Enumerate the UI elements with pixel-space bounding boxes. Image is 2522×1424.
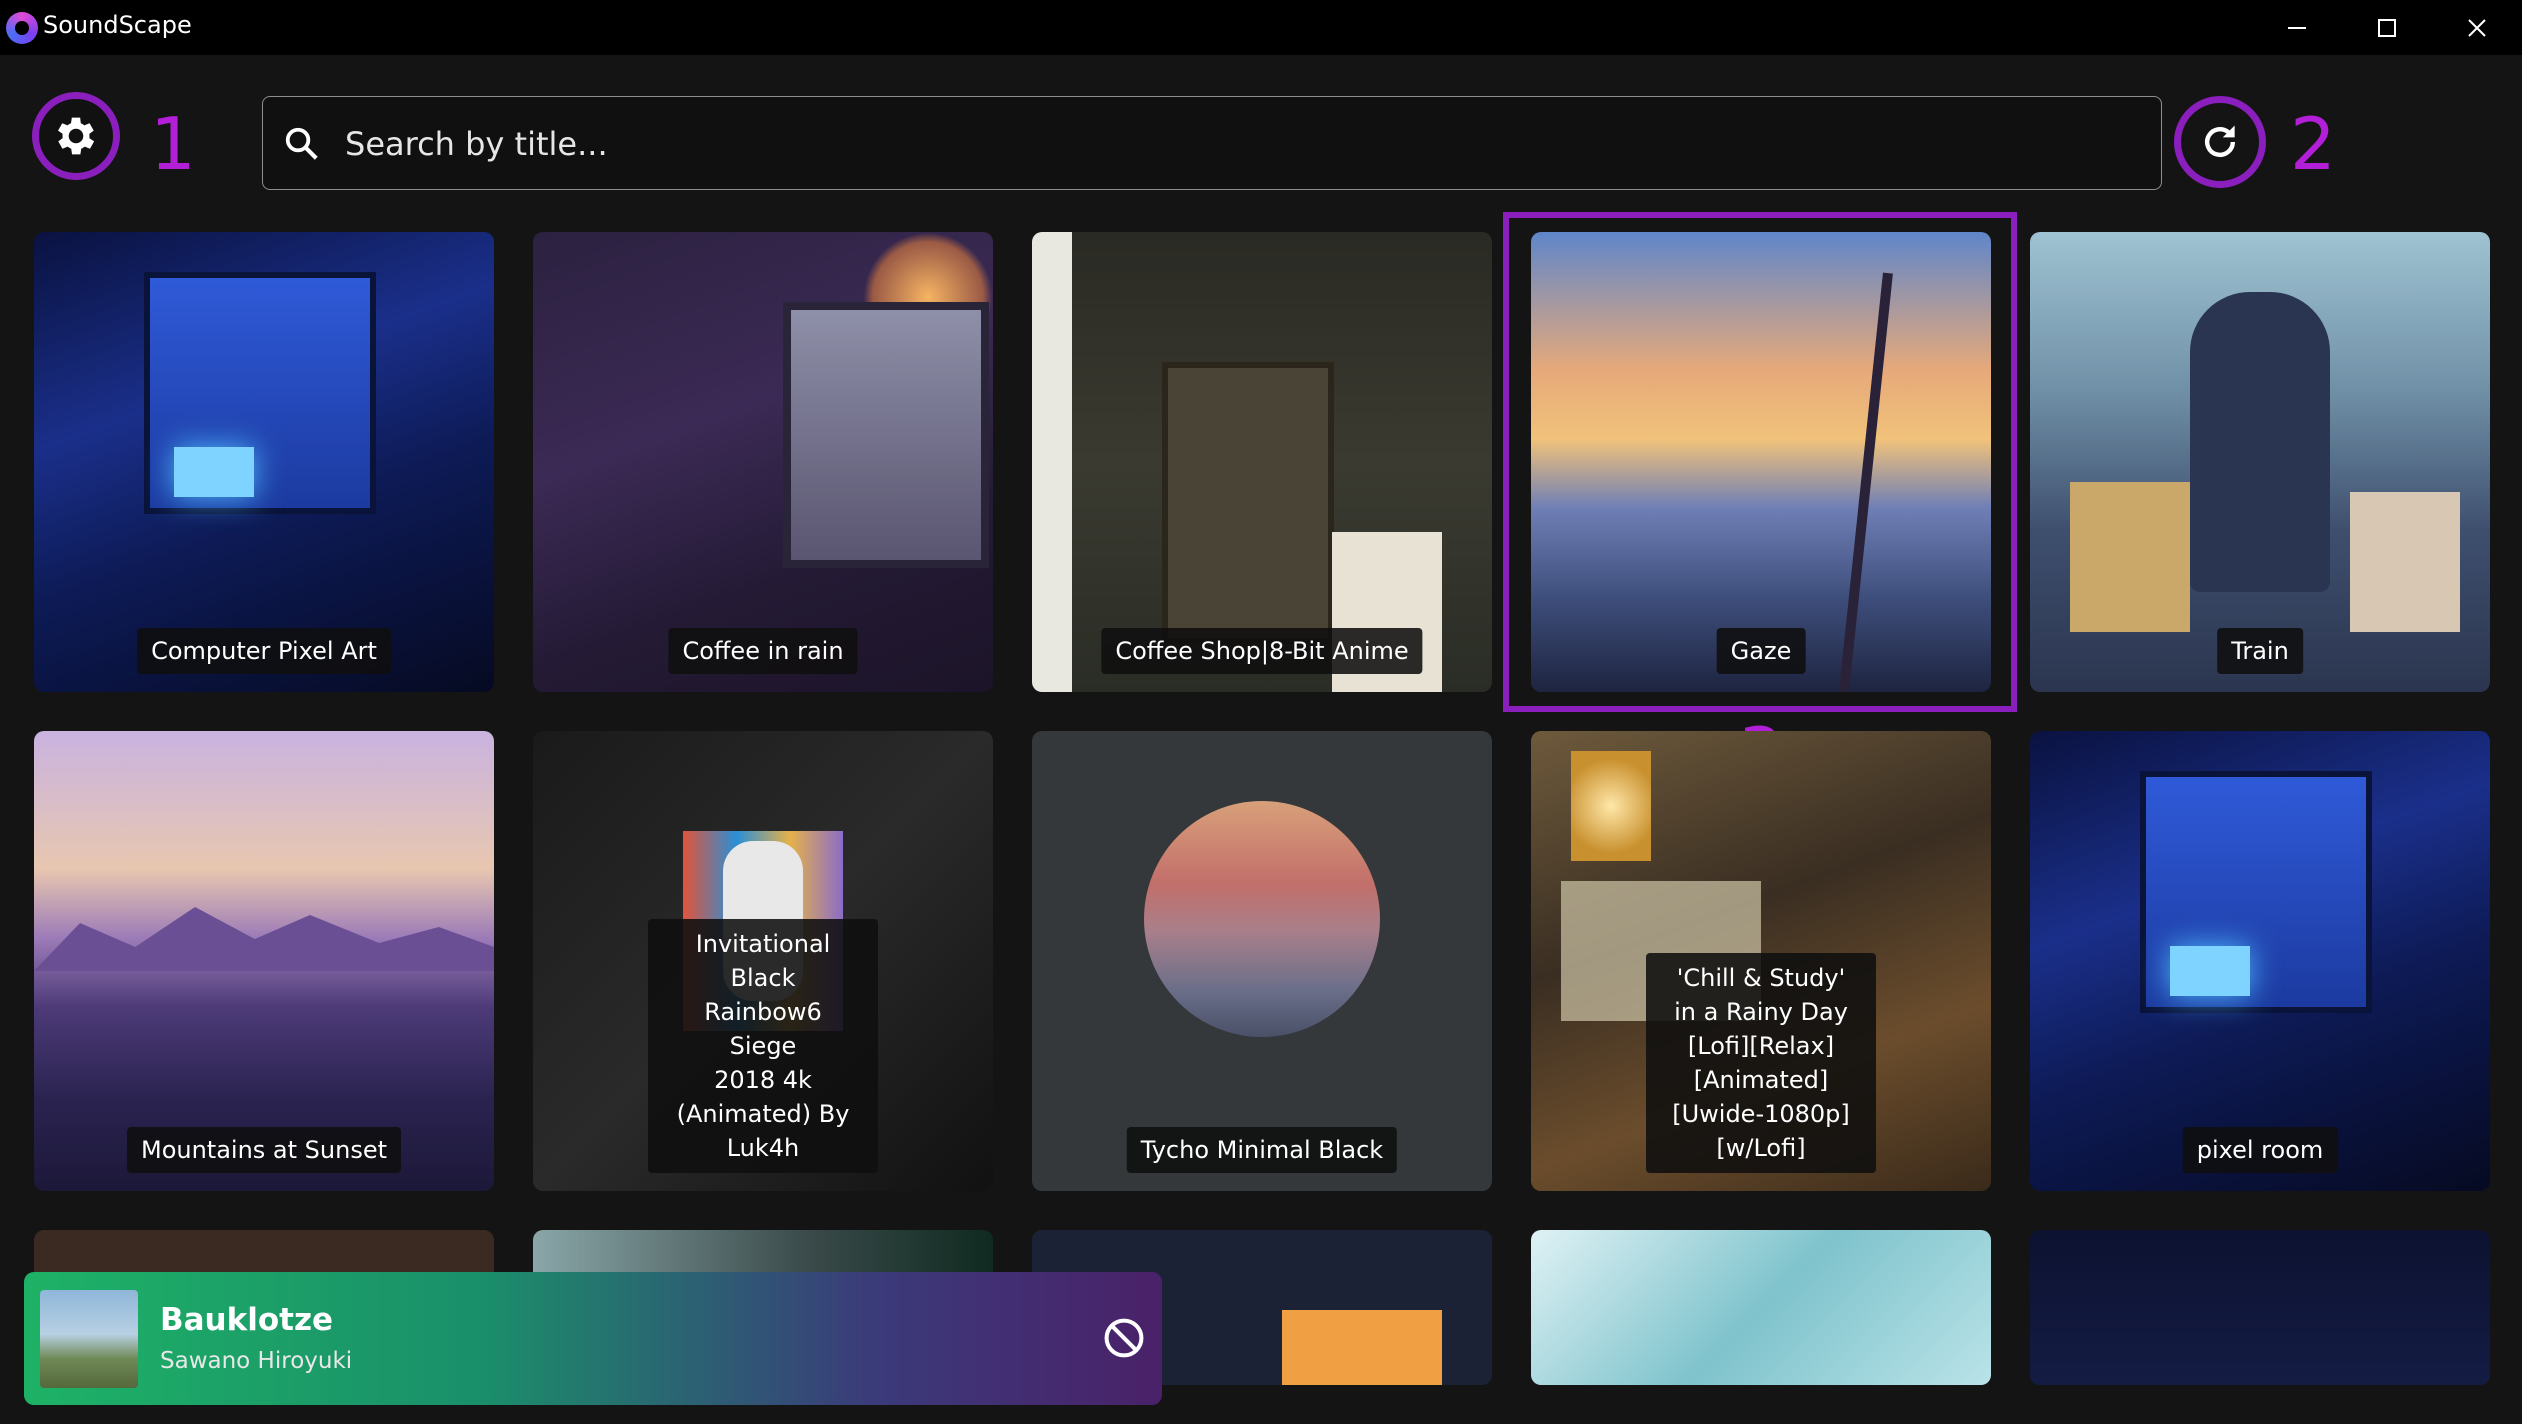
minimize-button[interactable] [2252,0,2342,55]
wallpaper-title: Coffee Shop|8-Bit Anime [1101,628,1423,674]
lamp-art [1571,751,1651,861]
wallpaper-card[interactable]: Coffee in rain [533,232,993,692]
person-art [2190,292,2330,592]
search-box[interactable] [262,96,2162,191]
bag-art [2070,482,2190,632]
screen-art [1282,1310,1442,1385]
wallpaper-card[interactable]: Tycho Minimal Black [1032,731,1492,1191]
wallpaper-title: Computer Pixel Art [137,628,391,674]
monitor-glow [2170,946,2250,996]
wallpaper-title: Invitational Black Rainbow6 Siege 2018 4… [648,919,878,1173]
block-icon [1104,1318,1144,1358]
refresh-icon [2204,125,2236,158]
wallpaper-card[interactable]: Train [2030,232,2490,692]
monitor-glow [174,447,254,497]
wallpaper-card[interactable]: Invitational Black Rainbow6 Siege 2018 4… [533,731,993,1191]
wallpaper-title: 'Chill & Study' in a Rainy Day [Lofi][Re… [1646,953,1876,1173]
wallpaper-title: pixel room [2182,1127,2338,1173]
door-art [1032,232,1072,692]
title-bar: SoundScape [0,0,2522,55]
wallpaper-title: Coffee in rain [668,628,858,674]
wallpaper-card[interactable] [2030,1230,2490,1385]
wallpaper-title: Train [2217,628,2303,674]
close-button[interactable] [2432,0,2522,55]
bag-art [2350,492,2460,632]
wallpaper-title: Mountains at Sunset [126,1127,402,1173]
track-artist: Sawano Hiroyuki [160,1348,353,1374]
maximize-button[interactable] [2342,0,2432,55]
annotation-2: 2 [2290,102,2336,186]
minimize-icon [2288,26,2306,29]
mountains-art [34,907,494,971]
wallpaper-card[interactable]: Mountains at Sunset [34,731,494,1191]
settings-button[interactable] [32,92,120,180]
track-title: Bauklotze [160,1302,334,1338]
wallpaper-card[interactable]: pixel room [2030,731,2490,1191]
gear-icon [58,117,95,155]
wallpaper-card[interactable]: Computer Pixel Art [34,232,494,692]
annotation-1: 1 [150,102,196,186]
search-icon [285,127,318,160]
shelf-art [1162,362,1334,644]
selection-highlight [1503,212,2017,712]
wallpaper-card[interactable] [1531,1230,1991,1385]
app-logo-icon [6,12,38,44]
maximize-icon [2378,18,2396,37]
search-input[interactable] [343,97,2127,191]
wallpaper-title: Tycho Minimal Black [1126,1127,1398,1173]
album-art [40,1290,138,1388]
refresh-button[interactable] [2174,96,2266,188]
close-icon [2468,18,2486,37]
stop-button[interactable] [1102,1316,1146,1364]
wallpaper-card[interactable]: 'Chill & Study' in a Rainy Day [Lofi][Re… [1531,731,1991,1191]
wallpaper-card[interactable]: Coffee Shop|8-Bit Anime [1032,232,1492,692]
sun-circle-art [1144,801,1380,1037]
now-playing-bar[interactable]: Bauklotze Sawano Hiroyuki [24,1272,1162,1405]
window-art [783,302,989,568]
app-title: SoundScape [43,11,192,39]
